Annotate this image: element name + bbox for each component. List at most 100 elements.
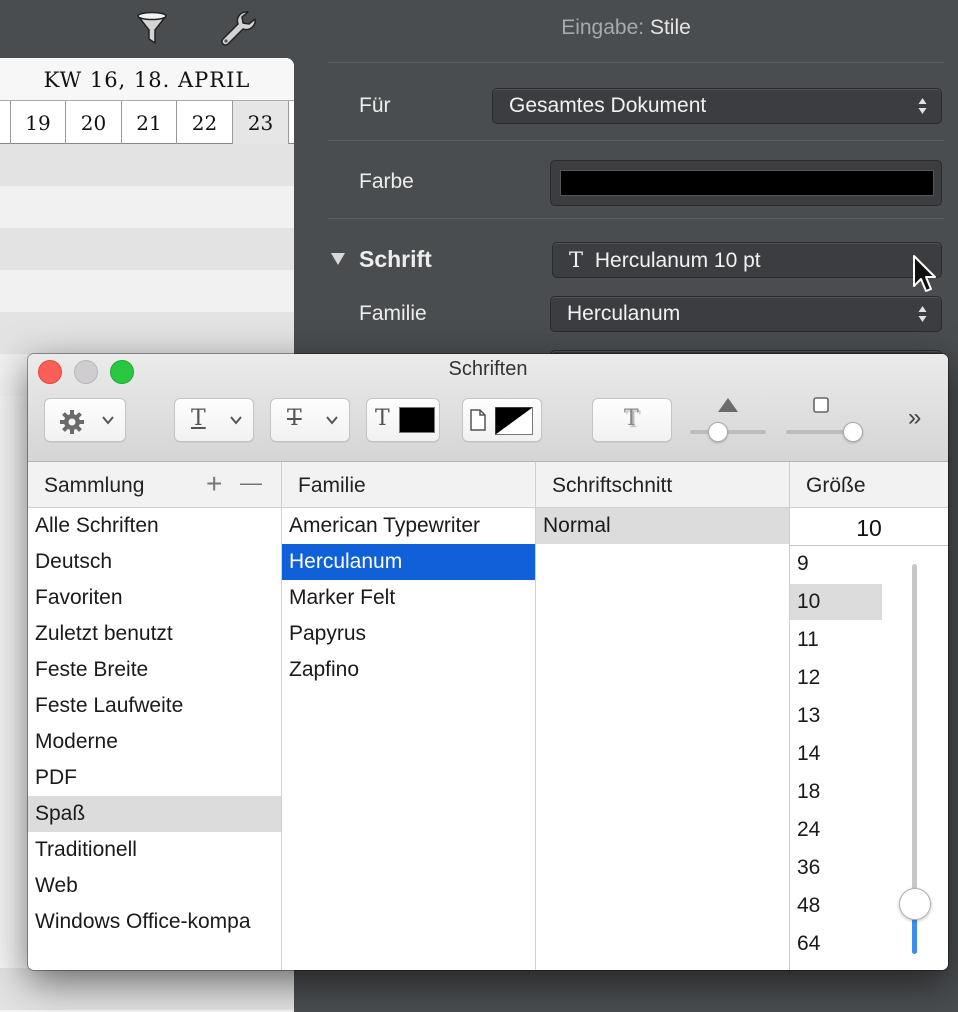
separator [328,62,944,63]
action-menu-button[interactable] [44,398,126,442]
text-color-button[interactable]: T [366,398,440,442]
family-popup-value: Herculanum [567,302,681,325]
size-slider-fill [912,914,917,954]
day-header[interactable]: 22 [176,101,232,144]
family-header: Familie [298,474,366,497]
chevron-down-icon [326,416,338,425]
list-item[interactable]: Favoriten [28,580,281,616]
inspector-header-value: Stile [649,16,691,39]
list-item[interactable]: Zapfino [282,652,535,688]
familie-label: Familie [359,302,427,325]
list-item-selected[interactable]: Herculanum [282,544,535,580]
list-item[interactable]: Feste Laufweite [28,688,281,724]
strikethrough-button[interactable]: T [270,398,350,442]
panel-title: Schriften [448,358,528,380]
list-item[interactable]: Zuletzt benutzt [28,616,281,652]
panel-titlebar: Schriften T T T T » [28,354,948,462]
week-title: KW 16, 18. APRIL [0,58,294,100]
inspector-header-label: Eingabe: [561,16,645,39]
chevron-down-icon [230,416,242,425]
strikethrough-icon: T [287,406,302,431]
collection-header: Sammlung [44,474,145,497]
size-slider-knob[interactable] [899,888,931,920]
chevron-down-icon [102,416,114,425]
remove-collection-button[interactable]: — [240,470,262,496]
triangle-icon [718,398,738,412]
list-item[interactable]: 11 [790,622,882,658]
size-input[interactable]: 10 [790,510,948,546]
list-item[interactable]: Marker Felt [282,580,535,616]
font-button-value: Herculanum 10 pt [594,249,761,272]
inspector-header: Eingabe: Stile [294,16,958,40]
calendar-row[interactable] [0,270,294,312]
list-item[interactable]: 12 [790,660,882,696]
document-color-swatch [495,407,533,435]
square-icon [813,397,829,413]
mouse-cursor-icon [913,255,936,292]
list-item[interactable]: PDF [28,760,281,796]
list-item[interactable]: 48 [790,888,882,924]
list-item[interactable]: Feste Breite [28,652,281,688]
list-item[interactable]: Alle Schriften [28,508,281,544]
up-down-arrows-icon [918,98,927,114]
list-item-selected[interactable]: 10 [790,584,882,620]
shadow-blur-knob[interactable] [843,422,863,442]
more-tools-button[interactable]: » [908,404,921,432]
shadow-opacity-slider[interactable] [690,430,766,434]
disclosure-triangle-icon[interactable] [331,253,345,265]
fonts-panel: Schriften T T T T » Sammlung + — Familie… [28,354,948,970]
column-headers: Sammlung + — Familie Schriftschnitt Größ… [28,462,948,508]
calendar-row[interactable] [0,228,294,270]
list-item[interactable]: 14 [790,736,882,772]
list-item[interactable]: 18 [790,774,882,810]
farbe-label: Farbe [359,170,414,193]
up-down-arrows-icon [918,306,927,322]
day-header-row: 19 20 21 22 23 [0,100,294,144]
shadow-button[interactable]: T [592,398,672,442]
list-item[interactable]: 64 [790,926,882,962]
list-item[interactable]: 36 [790,850,882,886]
wrench-icon[interactable] [218,8,258,48]
list-item[interactable]: 13 [790,698,882,734]
day-header[interactable]: 23 [232,101,288,144]
list-item-selected[interactable]: Spaß [28,796,281,832]
shadow-opacity-knob[interactable] [708,422,728,442]
typeface-header: Schriftschnitt [552,474,673,497]
day-header[interactable]: 21 [121,101,176,144]
calendar-row[interactable] [0,144,294,186]
list-item[interactable]: Papyrus [282,616,535,652]
scope-popup[interactable]: Gesamtes Dokument [492,88,942,124]
color-swatch [560,170,934,196]
shadow-icon: T [624,406,639,431]
size-header: Größe [806,474,866,497]
scope-popup-value: Gesamtes Dokument [509,94,707,117]
list-item[interactable]: Deutsch [28,544,281,580]
list-item[interactable]: Moderne [28,724,281,760]
list-item[interactable]: 24 [790,812,882,848]
calendar-row[interactable] [0,186,294,228]
schrift-label: Schrift [359,246,432,272]
underline-button[interactable]: T [174,398,254,442]
list-item[interactable]: Web [28,868,281,904]
fuer-label: Für [359,94,391,117]
list-item[interactable]: American Typewriter [282,508,535,544]
document-color-button[interactable] [462,398,542,442]
add-collection-button[interactable]: + [206,468,222,500]
document-icon [470,409,486,431]
list-item[interactable]: 9 [790,546,882,582]
family-popup[interactable]: Herculanum [550,296,942,332]
list-item[interactable]: Traditionell [28,832,281,868]
calendar-row[interactable] [0,968,294,1010]
text-color-swatch [399,407,435,433]
day-header[interactable]: 19 [10,101,65,144]
font-t-icon: T [569,248,584,272]
filter-icon[interactable] [132,8,172,48]
day-header[interactable]: 20 [65,101,121,144]
font-button[interactable]: T Herculanum 10 pt [552,242,942,278]
list-item-selected[interactable]: Normal [536,508,789,544]
list-item[interactable]: Windows Office-kompa [28,904,281,940]
calendar-row[interactable] [0,312,294,354]
separator [328,140,944,141]
underline-icon: T [191,406,206,431]
color-well[interactable] [550,160,942,206]
